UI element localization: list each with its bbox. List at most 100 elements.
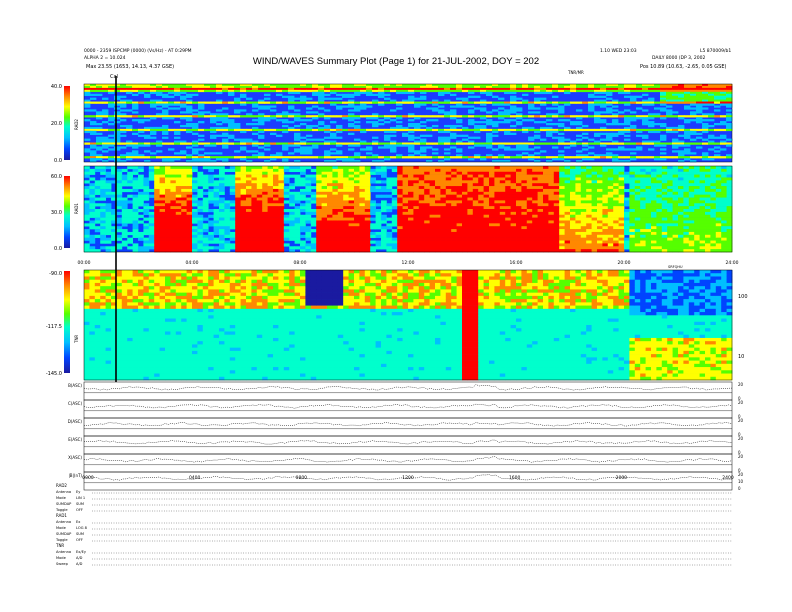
rad1-cell (175, 229, 182, 233)
rad1-cell (472, 166, 479, 170)
rad1-cell (451, 183, 457, 187)
rad2-cell (696, 89, 703, 93)
rad2-cell (648, 85, 655, 89)
rad2-cell (264, 85, 271, 89)
rad1-cell (246, 188, 252, 193)
rad2-cell (630, 119, 637, 122)
rad1-cell (451, 200, 457, 204)
rad2-cell (450, 134, 457, 137)
rad2-cell (672, 146, 679, 149)
rad1-cell (197, 177, 204, 181)
rad1-cell (197, 188, 204, 193)
rad1-cell (629, 197, 636, 201)
rad2-cell (150, 128, 157, 132)
rad1-cell (175, 203, 182, 207)
rad1-cell (483, 209, 490, 213)
rad2-cell (528, 115, 535, 118)
rad2-cell (294, 119, 301, 122)
rad1-cell (186, 203, 193, 207)
rad1-cell (235, 223, 241, 227)
rad2-cell (384, 87, 391, 91)
rad1-cell (424, 237, 430, 241)
rad2-cell (198, 111, 205, 114)
rad2-cell (462, 97, 469, 100)
rad2-cell (516, 121, 523, 124)
rad1-cell (521, 220, 528, 224)
rad1-cell (138, 180, 144, 184)
rad2-cell (420, 142, 427, 145)
rad2-cell (510, 97, 517, 100)
rad1-cell (224, 200, 231, 204)
rad1-cell (300, 168, 306, 173)
rad1-cell (440, 194, 447, 198)
rad1-cell (370, 188, 376, 193)
rad2-cell (330, 84, 337, 87)
rad1-cell (586, 168, 592, 173)
rad1-cell (348, 234, 355, 238)
rad1-cell (170, 226, 177, 230)
rad2-cell (300, 101, 307, 104)
rad2-cell (324, 150, 331, 153)
rad2-cell (372, 99, 379, 102)
rad1-cell (186, 180, 193, 184)
rad1-cell (580, 191, 587, 195)
rad1-cell (321, 211, 328, 216)
rad2-cell (420, 84, 427, 87)
rad2-cell (114, 115, 121, 118)
rad1-cell (445, 194, 452, 198)
rad2-cell (102, 97, 109, 100)
rad2-cell (210, 130, 217, 134)
rad1-cell (413, 240, 420, 244)
rad2-cell (330, 140, 337, 143)
rad2-cell (696, 132, 703, 135)
rad1-cell (364, 206, 371, 210)
rad1-cell (494, 168, 501, 173)
rad2-cell (396, 156, 403, 159)
rad2-cell (348, 128, 355, 132)
rad2-cell (576, 89, 583, 93)
rad1-cell (467, 234, 474, 238)
rad2-cell (444, 148, 451, 151)
rad1-cell (445, 217, 452, 221)
rad2-cell (528, 158, 535, 161)
rad2-cell (444, 136, 451, 139)
rad2-cell (366, 84, 373, 87)
rad2-cell (624, 148, 631, 151)
rad2-cell (528, 107, 535, 110)
rad2-cell (708, 97, 715, 100)
rad1-cell (165, 174, 171, 178)
rad1-cell (429, 214, 436, 218)
rad1-cell (138, 220, 144, 224)
rad1-cell (472, 194, 479, 198)
rad1-cell (100, 191, 106, 195)
rad2-cell (672, 85, 679, 89)
rad1-cell (159, 191, 166, 195)
rad2-cell (312, 115, 319, 118)
rad1-cell (391, 200, 398, 204)
rad2-cell (126, 156, 133, 159)
rad1-cell (267, 211, 274, 216)
rad1-cell (521, 174, 528, 178)
rad1-cell (154, 226, 160, 230)
rad2-cell (468, 85, 475, 89)
rad2-cell (132, 152, 139, 155)
rad1-cell (278, 166, 285, 170)
rad2-cell (354, 126, 361, 130)
rad2-cell (126, 91, 133, 95)
rad2-cell (450, 124, 457, 128)
rad1-cell (494, 180, 501, 184)
rad2-cell (348, 115, 355, 118)
rad1-cell (456, 240, 463, 244)
rad1-cell (262, 191, 268, 195)
rad2-cell (432, 84, 439, 87)
rad1-cell (143, 188, 150, 193)
rad1-cell (402, 200, 409, 204)
rad1-cell (375, 188, 382, 193)
rad1-cell (505, 168, 511, 173)
rad1-cell (219, 200, 225, 204)
rad1-cell (181, 226, 187, 230)
rad1-cell (300, 188, 306, 193)
rad2-cell (204, 144, 211, 147)
rad1-cell (327, 197, 333, 201)
rad2-cell (252, 115, 259, 118)
